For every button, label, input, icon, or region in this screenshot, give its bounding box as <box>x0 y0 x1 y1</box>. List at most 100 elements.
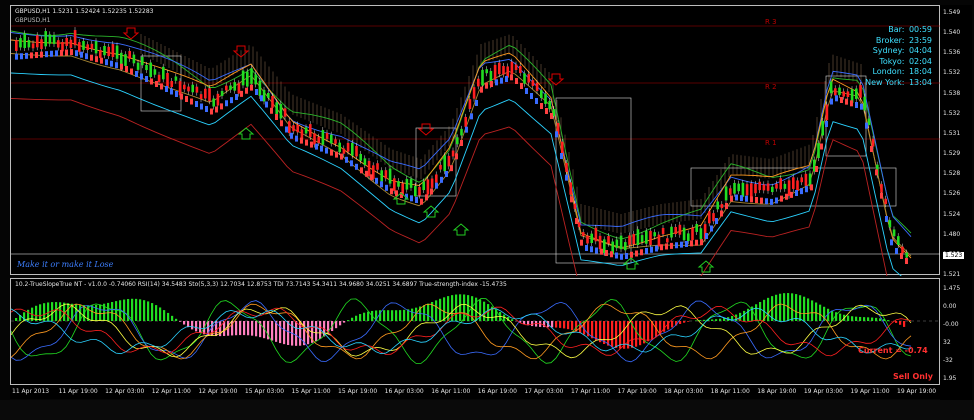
candle-body <box>523 73 526 84</box>
pivot-r3: R 3 <box>765 18 777 26</box>
ma-block <box>285 126 288 133</box>
ma-block <box>280 120 283 127</box>
histogram-bar <box>679 321 682 324</box>
time-tick: 19 Apr 19:00 <box>897 388 937 395</box>
histogram-bar <box>39 304 42 321</box>
histogram-bar <box>347 320 350 321</box>
candle-body <box>766 183 770 191</box>
histogram-bar <box>183 321 186 325</box>
ma-block <box>425 194 428 201</box>
histogram-bar <box>663 321 666 332</box>
symbol-header: GBPUSD,H1 1.5231 1.52424 1.52235 1.52283 <box>15 8 154 15</box>
candle-body <box>355 146 358 157</box>
candle-body <box>136 62 140 70</box>
candle-body <box>388 168 392 184</box>
candle-body <box>607 236 610 244</box>
candle-body <box>99 50 102 58</box>
histogram-bar <box>243 321 246 336</box>
candle-body <box>115 45 119 59</box>
chart-window: GBPUSD,H1 1.5231 1.52424 1.52235 1.52283… <box>0 0 974 420</box>
histogram-bar <box>387 310 390 321</box>
histogram-bar <box>847 315 850 321</box>
indicator-line <box>11 39 912 259</box>
histogram-bar <box>283 321 286 345</box>
ma-block <box>885 216 888 222</box>
histogram-bar <box>483 301 486 321</box>
arrow-up-icon <box>697 260 715 273</box>
histogram-bar <box>115 301 118 321</box>
histogram-bar <box>687 321 690 322</box>
time-tick: 17 Apr 03:00 <box>524 388 564 395</box>
histogram-bar <box>607 321 610 346</box>
ma-block <box>770 198 773 205</box>
price-chart[interactable]: GBPUSD,H1 1.5231 1.52424 1.52235 1.52283… <box>10 5 941 276</box>
ma-block <box>520 83 523 89</box>
histogram-bar <box>467 295 470 321</box>
candle-body <box>842 91 845 97</box>
histogram-bar <box>139 299 142 321</box>
candle-body <box>800 177 803 183</box>
ma-block <box>430 188 433 195</box>
time-tick: 16 Apr 03:00 <box>384 388 424 395</box>
ma-block <box>195 101 198 107</box>
candle-body <box>548 100 551 110</box>
candle-body <box>510 61 514 75</box>
histogram-bar <box>271 321 274 341</box>
time-tick: 15 Apr 03:00 <box>244 388 285 395</box>
candle-body <box>346 142 350 152</box>
candle-body <box>342 148 346 154</box>
histogram-bar <box>355 315 358 321</box>
candle-body <box>905 252 908 258</box>
status-bar <box>0 400 974 420</box>
ma-block <box>540 103 543 109</box>
histogram-bar <box>567 321 570 330</box>
candle-body <box>590 233 593 243</box>
candle-body <box>397 181 400 187</box>
ma-block <box>300 137 303 144</box>
ma-block <box>505 76 508 82</box>
ma-block <box>900 253 903 259</box>
candle-body <box>208 88 211 102</box>
session-row: Bar: 00:59 <box>888 25 932 34</box>
candle-body <box>170 80 173 88</box>
ma-block <box>40 51 43 58</box>
candle-body <box>250 68 253 84</box>
ma-block <box>135 71 138 77</box>
ma-block <box>45 51 48 58</box>
histogram-bar <box>235 321 238 336</box>
ma-block <box>815 166 818 172</box>
candle-body <box>435 174 438 183</box>
candle-body <box>23 33 26 49</box>
ma-block <box>835 95 838 102</box>
candle-body <box>632 233 635 245</box>
histogram-bar <box>699 320 702 321</box>
session-time: 00:59 <box>908 25 932 34</box>
ma-block <box>55 50 58 57</box>
candle-body <box>880 184 883 193</box>
histogram-bar <box>147 301 150 321</box>
oscillator-panel[interactable]: 10.2-TrueSlopeTrue NT - v1.0.0 -0.74060 … <box>10 278 941 385</box>
candle-body <box>573 203 577 209</box>
histogram-bar <box>635 321 638 347</box>
ma-block <box>530 93 533 99</box>
candle-body <box>48 34 52 44</box>
histogram-bar <box>819 304 822 321</box>
candle-body <box>792 177 795 189</box>
histogram-bar <box>611 321 614 347</box>
time-tick: 19 Apr 11:00 <box>850 388 890 395</box>
oscillator-scale-tick: -32 <box>943 357 953 364</box>
candle-body <box>191 84 194 93</box>
candle-body <box>808 173 812 186</box>
histogram-bar <box>555 321 558 328</box>
oscillator-scale-tick: 1.475 <box>943 285 961 292</box>
candle-body <box>821 120 824 136</box>
ma-block <box>560 153 563 159</box>
histogram-bar <box>743 310 746 321</box>
candle-body <box>796 180 799 191</box>
session-row: Tokyo: 02:04 <box>879 57 932 66</box>
histogram-bar <box>247 321 250 336</box>
candle-body <box>645 231 648 244</box>
ma-block <box>625 253 628 259</box>
session-label: New York: <box>865 77 907 87</box>
ma-block <box>655 245 658 252</box>
